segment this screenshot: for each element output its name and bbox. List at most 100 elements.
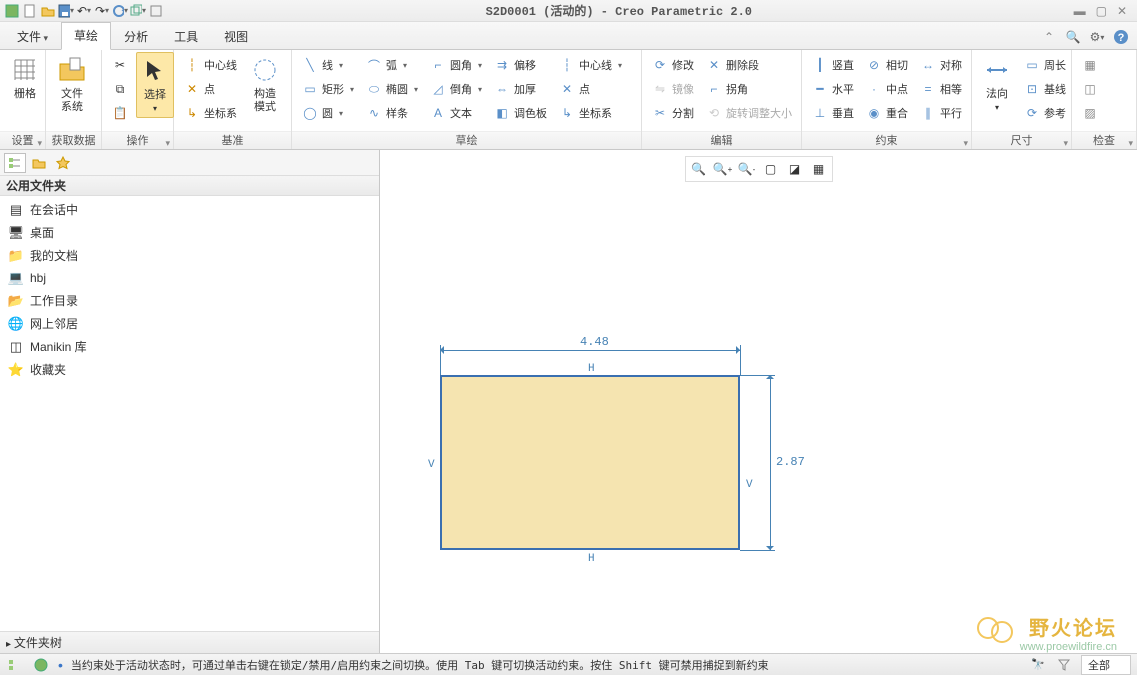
- sidebar-footer[interactable]: 文件夹树: [0, 631, 379, 653]
- inspect1-button[interactable]: ▦: [1078, 54, 1102, 76]
- selection-filter[interactable]: 全部: [1081, 655, 1131, 675]
- coord2-button[interactable]: ↳坐标系: [555, 102, 626, 124]
- divide-icon: ✂: [652, 105, 668, 121]
- dim-height-value[interactable]: 2.87: [776, 455, 805, 469]
- copy-button[interactable]: ⧉: [108, 78, 132, 100]
- sidebar-item-favorites[interactable]: ⭐收藏夹: [0, 358, 379, 381]
- status-browser-icon[interactable]: [32, 657, 50, 673]
- label: 圆角: [450, 57, 472, 73]
- canvas[interactable]: 🔍 🔍+ 🔍- ▢ ◪ ▦ 4.48 2.87 H H V V: [380, 150, 1137, 653]
- dim-width-value[interactable]: 4.48: [580, 335, 609, 349]
- thicken-button[interactable]: ⇔加厚: [490, 78, 551, 100]
- divide-button[interactable]: ✂分割: [648, 102, 698, 124]
- text-button[interactable]: A文本: [426, 102, 486, 124]
- corner-button[interactable]: ⌐拐角: [702, 78, 796, 100]
- display-style-icon[interactable]: ◪: [784, 159, 806, 179]
- vertical-button[interactable]: ┃竖直: [808, 54, 858, 76]
- symmetric-button[interactable]: ↔对称: [916, 54, 966, 76]
- modify-button[interactable]: ⟳修改: [648, 54, 698, 76]
- sidebar-item-in-session[interactable]: ▤在会话中: [0, 198, 379, 221]
- construct-mode-button[interactable]: 构造 模式: [245, 52, 285, 116]
- sketch-rectangle[interactable]: [440, 375, 740, 550]
- tab-file[interactable]: 文件: [4, 23, 61, 50]
- baseline-button[interactable]: ⊡基线: [1020, 78, 1070, 100]
- circle-button[interactable]: ◯圆▾: [298, 102, 358, 124]
- close-win-icon[interactable]: [148, 3, 164, 19]
- sidebar-item-working-dir[interactable]: 📂工作目录: [0, 289, 379, 312]
- delete-seg-button[interactable]: ✕删除段: [702, 54, 796, 76]
- sidebar-tab-tree[interactable]: [4, 153, 26, 173]
- save-icon[interactable]: ▾: [58, 3, 74, 19]
- centerline2-button[interactable]: ┆中心线▾: [555, 54, 626, 76]
- grid-button[interactable]: 栅格: [6, 52, 44, 103]
- inspect3-button[interactable]: ▨: [1078, 102, 1102, 124]
- ellipse-button[interactable]: ⬭椭圆▾: [362, 78, 422, 100]
- open-icon[interactable]: [40, 3, 56, 19]
- arc-button[interactable]: ⌒弧▾: [362, 54, 422, 76]
- perimeter-button[interactable]: ▭周长: [1020, 54, 1070, 76]
- paste-button[interactable]: 📋: [108, 102, 132, 124]
- minimize-icon[interactable]: ▬: [1074, 4, 1086, 18]
- normal-dim-button[interactable]: 法向▾: [978, 52, 1016, 116]
- line-button[interactable]: ╲线▾: [298, 54, 358, 76]
- centerline-button[interactable]: ┆中心线: [180, 54, 241, 76]
- repaint-icon[interactable]: ▢: [760, 159, 782, 179]
- dim-width[interactable]: [440, 350, 740, 351]
- mirror-button[interactable]: ⇋镜像: [648, 78, 698, 100]
- rect-button[interactable]: ▭矩形▾: [298, 78, 358, 100]
- tab-sketch[interactable]: 草绘: [61, 22, 111, 50]
- status-tree-icon[interactable]: [6, 657, 24, 673]
- horizontal-button[interactable]: ━水平: [808, 78, 858, 100]
- sidebar-item-desktop[interactable]: 🖥桌面: [0, 221, 379, 244]
- sidebar-item-network[interactable]: 🌐网上邻居: [0, 312, 379, 335]
- find-icon[interactable]: 🔭: [1029, 657, 1047, 673]
- datum-csys-button[interactable]: ↳坐标系: [180, 102, 241, 124]
- search-icon[interactable]: 🔍: [1065, 29, 1081, 45]
- tab-analysis[interactable]: 分析: [111, 23, 161, 50]
- inspect2-button[interactable]: ◫: [1078, 78, 1102, 100]
- coincident-button[interactable]: ◉重合: [862, 102, 912, 124]
- tab-tools[interactable]: 工具: [161, 23, 211, 50]
- zoom-fit-icon[interactable]: 🔍: [688, 159, 710, 179]
- close-icon[interactable]: ✕: [1117, 4, 1127, 18]
- fillet-button[interactable]: ⌐圆角▾: [426, 54, 486, 76]
- midpoint-button[interactable]: ·中点: [862, 78, 912, 100]
- tab-view[interactable]: 视图: [211, 23, 261, 50]
- help-icon[interactable]: ?: [1113, 29, 1129, 45]
- datum-point-button[interactable]: ✕点: [180, 78, 241, 100]
- spline-button[interactable]: ∿样条: [362, 102, 422, 124]
- sidebar-item-manikin[interactable]: ◫Manikin 库: [0, 335, 379, 358]
- palette-button[interactable]: ◧调色板: [490, 102, 551, 124]
- regenerate-icon[interactable]: ▾: [112, 3, 128, 19]
- reference-button[interactable]: ⟳参考: [1020, 102, 1070, 124]
- zoom-out-icon[interactable]: 🔍-: [736, 159, 758, 179]
- cut-button[interactable]: ✂: [108, 54, 132, 76]
- rotate-resize-button[interactable]: ⟲旋转调整大小: [702, 102, 796, 124]
- maximize-icon[interactable]: ▢: [1096, 4, 1107, 18]
- zoom-in-icon[interactable]: 🔍+: [712, 159, 734, 179]
- point2-button[interactable]: ✕点: [555, 78, 626, 100]
- sidebar-tab-folders[interactable]: [28, 153, 50, 173]
- file-system-button[interactable]: 文件 系统: [52, 52, 92, 116]
- arc-icon: ⌒: [366, 57, 382, 73]
- app-icon[interactable]: [4, 3, 20, 19]
- windows-icon[interactable]: ▾: [130, 3, 146, 19]
- parallel-button[interactable]: ∥平行: [916, 102, 966, 124]
- perpendicular-button[interactable]: ⊥垂直: [808, 102, 858, 124]
- undo-icon[interactable]: ↶▾: [76, 3, 92, 19]
- minimize-ribbon-icon[interactable]: ⌃: [1041, 29, 1057, 45]
- sidebar-tab-fav[interactable]: [52, 153, 74, 173]
- grid-toggle-icon[interactable]: ▦: [808, 159, 830, 179]
- offset-button[interactable]: ⇉偏移: [490, 54, 551, 76]
- settings-icon[interactable]: ⚙▾: [1089, 29, 1105, 45]
- tangent-button[interactable]: ⊘相切: [862, 54, 912, 76]
- dim-height[interactable]: [770, 375, 771, 550]
- select-button[interactable]: 选择▾: [136, 52, 174, 118]
- redo-icon[interactable]: ↷▾: [94, 3, 110, 19]
- filter-icon[interactable]: [1055, 657, 1073, 673]
- chamfer-button[interactable]: ◿倒角▾: [426, 78, 486, 100]
- equal-button[interactable]: =相等: [916, 78, 966, 100]
- sidebar-item-my-docs[interactable]: 📁我的文档: [0, 244, 379, 267]
- sidebar-item-hbj[interactable]: 💻hbj: [0, 267, 379, 289]
- new-icon[interactable]: [22, 3, 38, 19]
